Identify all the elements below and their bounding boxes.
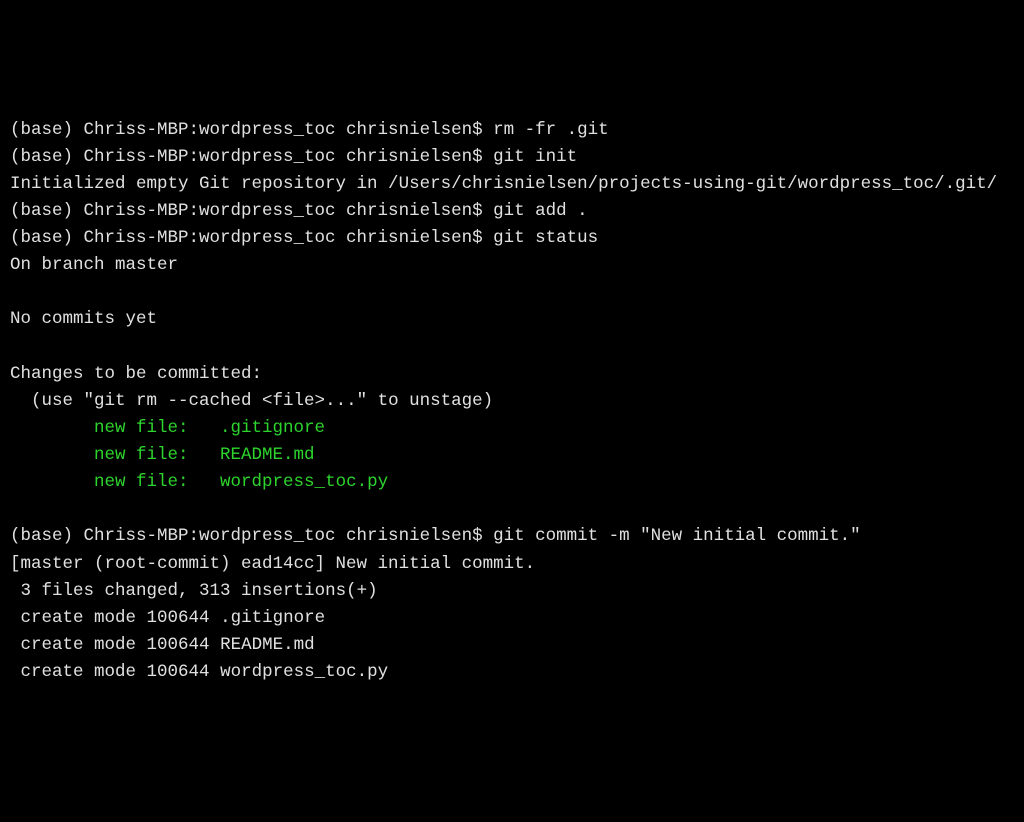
new-file-label: new file:	[94, 418, 220, 438]
output-text: 3 files changed, 313 insertions(+)	[10, 578, 1014, 605]
output-text: No commits yet	[10, 306, 1014, 333]
command-text: git status	[493, 228, 598, 248]
shell-prompt: (base) Chriss-MBP:wordpress_toc chrisnie…	[10, 201, 493, 221]
command-text: git commit -m "New initial commit."	[493, 526, 861, 546]
output-text: Changes to be committed:	[10, 361, 1014, 388]
terminal-line[interactable]: (base) Chriss-MBP:wordpress_toc chrisnie…	[10, 117, 1014, 144]
staged-filename: README.md	[220, 445, 315, 465]
staged-file-line: new file: .gitignore	[10, 415, 1014, 442]
output-text: create mode 100644 .gitignore	[10, 605, 1014, 632]
staged-file-line: new file: wordpress_toc.py	[10, 469, 1014, 496]
output-text: (use "git rm --cached <file>..." to unst…	[10, 388, 1014, 415]
shell-prompt: (base) Chriss-MBP:wordpress_toc chrisnie…	[10, 147, 493, 167]
output-text: create mode 100644 README.md	[10, 632, 1014, 659]
command-text: git add .	[493, 201, 588, 221]
terminal-line[interactable]: (base) Chriss-MBP:wordpress_toc chrisnie…	[10, 225, 1014, 252]
output-text: [master (root-commit) ead14cc] New initi…	[10, 551, 1014, 578]
command-text: rm -fr .git	[493, 120, 609, 140]
staged-filename: wordpress_toc.py	[220, 472, 388, 492]
shell-prompt: (base) Chriss-MBP:wordpress_toc chrisnie…	[10, 526, 493, 546]
staged-filename: .gitignore	[220, 418, 325, 438]
shell-prompt: (base) Chriss-MBP:wordpress_toc chrisnie…	[10, 120, 493, 140]
output-text: create mode 100644 wordpress_toc.py	[10, 659, 1014, 686]
staged-file-line: new file: README.md	[10, 442, 1014, 469]
shell-prompt: (base) Chriss-MBP:wordpress_toc chrisnie…	[10, 228, 493, 248]
terminal-line[interactable]: (base) Chriss-MBP:wordpress_toc chrisnie…	[10, 198, 1014, 225]
terminal-line[interactable]: (base) Chriss-MBP:wordpress_toc chrisnie…	[10, 144, 1014, 171]
command-text: git init	[493, 147, 577, 167]
output-text: Initialized empty Git repository in /Use…	[10, 171, 1014, 198]
new-file-label: new file:	[94, 445, 220, 465]
new-file-label: new file:	[94, 472, 220, 492]
output-text: On branch master	[10, 252, 1014, 279]
terminal-line[interactable]: (base) Chriss-MBP:wordpress_toc chrisnie…	[10, 523, 1014, 550]
